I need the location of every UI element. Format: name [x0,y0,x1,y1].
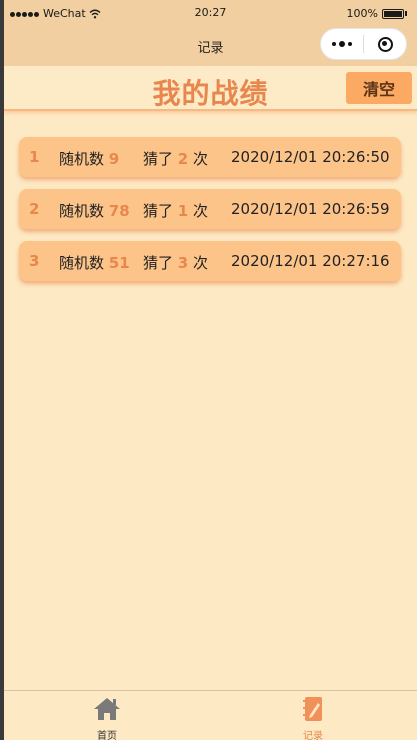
clear-button[interactable]: 清空 [346,72,412,104]
status-bar: WeChat 20:27 100% [4,0,417,26]
guess-count-value: 1 [177,202,189,220]
guessed-label: 猜了 [143,254,174,272]
phone-screen: WeChat 20:27 100% 记录 我的战绩 清空 1 随机数 9 猜了 … [4,0,417,740]
record-guesses: 猜了 1 次 [143,200,208,221]
battery-percent: 100% [346,7,378,20]
times-label: 次 [193,254,209,272]
record-number: 随机数 51 [59,252,130,273]
guessed-label: 猜了 [143,150,174,168]
record-timestamp: 2020/12/01 20:26:59 [231,200,390,218]
guess-count-value: 2 [177,150,189,168]
record-item: 1 随机数 9 猜了 2 次 2020/12/01 20:26:50 [19,137,401,177]
tab-home-label: 首页 [97,731,117,740]
record-index: 1 [29,148,40,166]
status-right: 100% [347,7,407,20]
close-mini-program-button[interactable] [364,29,406,59]
record-guesses: 猜了 2 次 [143,148,208,169]
more-dot-icon [339,41,345,47]
more-dot-icon [332,42,336,46]
tab-home[interactable]: 首页 [77,696,137,740]
guess-count-value: 3 [177,254,189,272]
more-menu-button[interactable] [321,29,363,59]
random-number-label: 随机数 [59,150,105,168]
more-dot-icon [348,42,352,46]
times-label: 次 [193,150,209,168]
random-number-value: 9 [108,150,120,168]
guessed-label: 猜了 [143,202,174,220]
record-index: 3 [29,252,40,270]
record-timestamp: 2020/12/01 20:27:16 [231,252,390,270]
battery-tip [405,11,407,16]
times-label: 次 [193,202,209,220]
target-close-icon [377,36,393,52]
tab-record-label: 记录 [303,731,323,740]
random-number-label: 随机数 [59,254,105,272]
notebook-icon [303,697,322,721]
record-number: 随机数 78 [59,200,130,221]
mini-program-capsule [320,28,407,60]
random-number-value: 51 [108,254,130,272]
record-index: 2 [29,200,40,218]
tab-bar: 首页 记录 [4,690,417,740]
record-guesses: 猜了 3 次 [143,252,208,273]
record-number: 随机数 9 [59,148,119,169]
home-icon [94,698,120,720]
record-list: 1 随机数 9 猜了 2 次 2020/12/01 20:26:50 2 随机数… [19,137,401,293]
record-item: 2 随机数 78 猜了 1 次 2020/12/01 20:26:59 [19,189,401,229]
page-header: 我的战绩 清空 [4,66,417,111]
record-timestamp: 2020/12/01 20:26:50 [231,148,390,166]
random-number-label: 随机数 [59,202,105,220]
tab-record[interactable]: 记录 [283,696,343,740]
record-item: 3 随机数 51 猜了 3 次 2020/12/01 20:27:16 [19,241,401,281]
random-number-value: 78 [108,202,130,220]
battery-icon [382,8,404,19]
nav-bar: 记录 [4,26,417,66]
